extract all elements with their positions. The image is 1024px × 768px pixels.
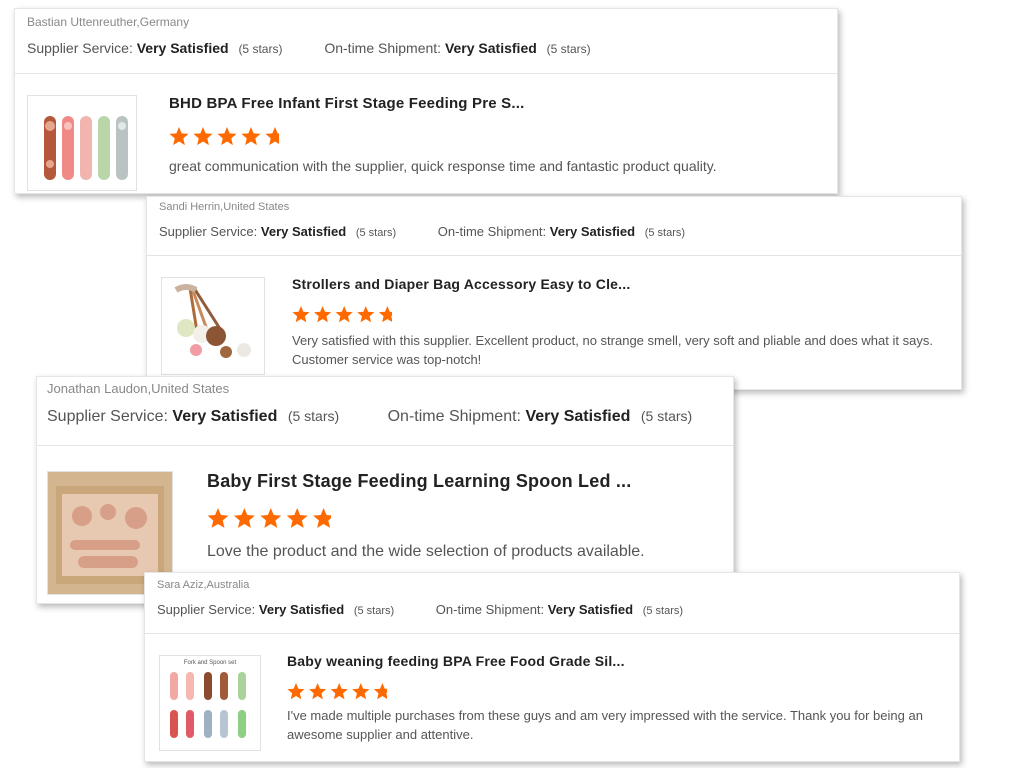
supplier-service-stars: (5 stars) xyxy=(353,605,395,617)
shipment-stars: (5 stars) xyxy=(546,42,591,56)
supplier-service-label: Supplier Service: xyxy=(159,224,258,239)
product-thumbnail[interactable]: Fork and Spoon set xyxy=(159,655,261,751)
star-icon xyxy=(241,127,261,146)
shipment-value: Very Satisfied xyxy=(444,40,537,56)
star-icon xyxy=(260,508,282,528)
rating-summary: Supplier Service: Very Satisfied (5 star… xyxy=(157,602,683,617)
stars-icon xyxy=(169,127,279,146)
star-rating xyxy=(207,508,331,530)
star-icon xyxy=(335,306,353,323)
supplier-service-label: Supplier Service: xyxy=(47,408,168,425)
divider xyxy=(145,633,959,634)
shipment-label: On-time Shipment: xyxy=(324,40,442,56)
shipment-label: On-time Shipment: xyxy=(437,224,547,239)
star-icon xyxy=(314,306,332,323)
star-icon xyxy=(373,683,387,700)
supplier-service-label: Supplier Service: xyxy=(27,40,133,56)
divider xyxy=(37,445,733,446)
star-icon xyxy=(292,306,310,323)
spoons-thumbnail-icon xyxy=(44,116,128,180)
star-icon xyxy=(207,508,229,528)
star-icon xyxy=(233,508,255,528)
stars-icon xyxy=(292,306,392,323)
supplier-service-value: Very Satisfied xyxy=(258,602,345,617)
stars-note: (5 stars) xyxy=(644,227,686,239)
star-icon xyxy=(313,508,331,528)
product-title[interactable]: BHD BPA Free Infant First Stage Feeding … xyxy=(169,95,525,112)
supplier-service-value: Very Satisfied xyxy=(260,224,347,239)
star-icon xyxy=(378,306,392,323)
star-rating xyxy=(292,306,392,324)
review-card: Jonathan Laudon,United States Supplier S… xyxy=(36,376,734,604)
star-icon xyxy=(357,306,375,323)
divider xyxy=(15,73,837,74)
product-title[interactable]: Strollers and Diaper Bag Accessory Easy … xyxy=(292,276,630,292)
shipment-stars: (5 stars) xyxy=(640,408,693,424)
pacifier-clips-thumbnail-icon xyxy=(174,284,251,358)
star-icon xyxy=(287,683,305,700)
product-thumbnail[interactable] xyxy=(161,277,265,375)
star-rating xyxy=(169,127,279,147)
shipment-value: Very Satisfied xyxy=(547,602,634,617)
rating-summary: Supplier Service: Very Satisfied (5 star… xyxy=(27,40,591,56)
review-card: Sara Aziz,Australia Supplier Service: Ve… xyxy=(144,572,960,762)
review-comment: Love the product and the wide selection … xyxy=(207,543,645,560)
star-icon xyxy=(193,127,213,146)
star-icon xyxy=(265,127,279,146)
shipment-value: Very Satisfied xyxy=(525,408,631,425)
supplier-service-stars: (5 stars) xyxy=(287,408,340,424)
review-comment: great communication with the supplier, q… xyxy=(169,158,717,174)
reviewer-name: Sara Aziz,Australia xyxy=(157,579,250,591)
stars-icon xyxy=(207,508,331,528)
supplier-service-stars: (5 stars) xyxy=(238,42,283,56)
rating-summary: Supplier Service: Very Satisfied (5 star… xyxy=(159,224,685,239)
fork-spoon-set-thumbnail-icon xyxy=(170,672,246,738)
supplier-service-label: Supplier Service: xyxy=(157,602,256,617)
star-icon xyxy=(352,683,370,700)
reviewer-name: Jonathan Laudon,United States xyxy=(47,381,230,396)
star-icon xyxy=(217,127,237,146)
supplier-service-value: Very Satisfied xyxy=(136,40,229,56)
shipment-label: On-time Shipment: xyxy=(435,602,545,617)
star-rating xyxy=(287,683,387,701)
divider xyxy=(147,255,961,256)
shipment-label: On-time Shipment: xyxy=(387,408,521,425)
supplier-service-stars: (5 stars) xyxy=(355,227,397,239)
product-title[interactable]: Baby weaning feeding BPA Free Food Grade… xyxy=(287,653,625,669)
star-icon xyxy=(330,683,348,700)
star-icon xyxy=(286,508,308,528)
review-card: Bastian Uttenreuther,Germany Supplier Se… xyxy=(14,8,838,194)
product-thumbnail[interactable] xyxy=(27,95,137,191)
reviewer-name: Bastian Uttenreuther,Germany xyxy=(27,15,190,29)
shipment-stars: (5 stars) xyxy=(642,605,684,617)
rating-summary: Supplier Service: Very Satisfied (5 star… xyxy=(47,408,692,426)
review-card: Sandi Herrin,United States Supplier Serv… xyxy=(146,196,962,390)
product-title[interactable]: Baby First Stage Feeding Learning Spoon … xyxy=(207,471,631,492)
shipment-value: Very Satisfied xyxy=(549,224,636,239)
supplier-service-value: Very Satisfied xyxy=(172,408,278,425)
stars-icon xyxy=(287,683,387,700)
review-comment: Very satisfied with this supplier. Excel… xyxy=(292,333,933,367)
thumbnail-caption: Fork and Spoon set xyxy=(183,660,237,666)
star-icon xyxy=(309,683,327,700)
star-icon xyxy=(169,127,189,146)
reviewer-name: Sandi Herrin,United States xyxy=(159,201,290,213)
review-comment: I've made multiple purchases from these … xyxy=(287,708,923,742)
